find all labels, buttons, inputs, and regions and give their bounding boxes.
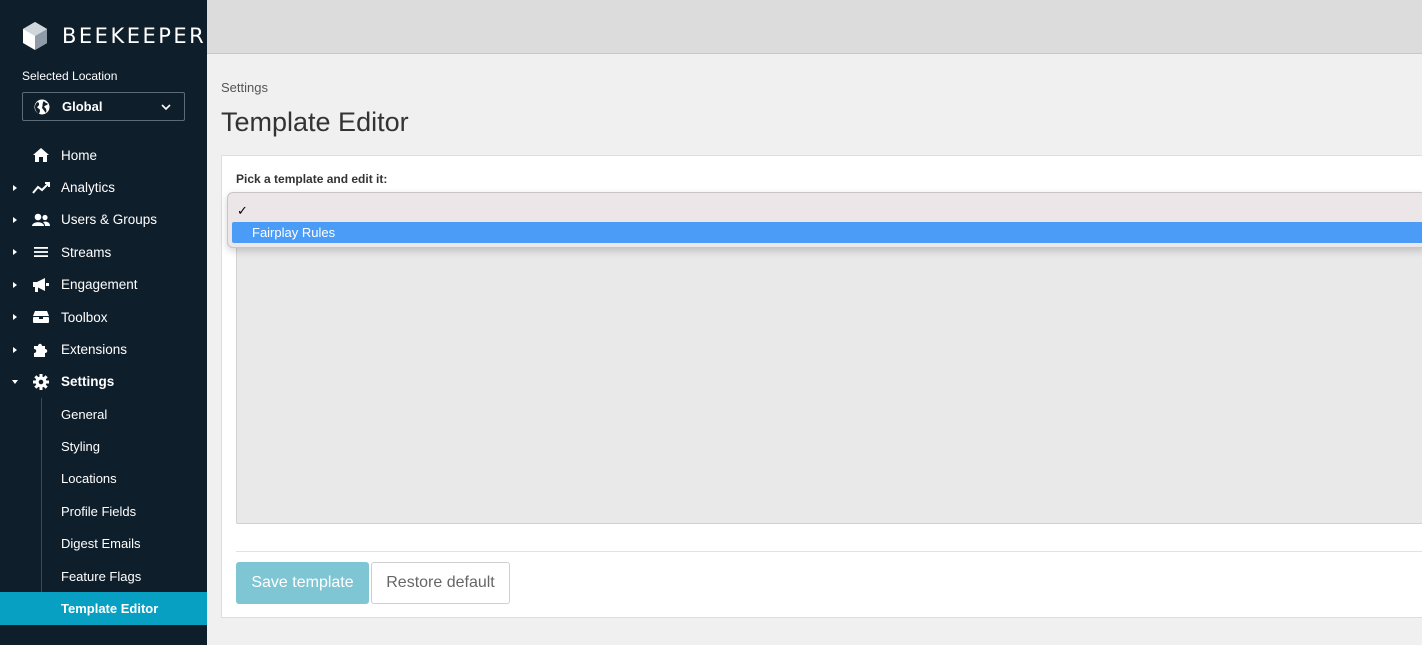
brand-name: BEEKEEPER: [62, 24, 207, 48]
checkmark-icon: ✓: [237, 202, 248, 218]
subnav-item-label: Styling: [61, 439, 101, 455]
subnav-item-label: Digest Emails: [61, 536, 141, 552]
beekeeper-logo-icon: [23, 22, 47, 50]
save-template-button[interactable]: Save template: [236, 562, 369, 604]
globe-icon: [34, 99, 50, 114]
streams-icon: [32, 243, 50, 261]
template-select-dropdown[interactable]: ✓ Fairplay Rules: [227, 192, 1422, 248]
nav-item-toolbox[interactable]: Toolbox: [0, 301, 207, 333]
nav-item-analytics[interactable]: Analytics: [0, 171, 207, 203]
subnav-item-label: General: [61, 406, 108, 422]
analytics-icon: [32, 179, 50, 197]
location-value: Global: [62, 99, 103, 114]
subnav-item-template-editor[interactable]: Template Editor: [0, 592, 207, 625]
pick-template-label: Pick a template and edit it:: [236, 172, 388, 186]
nav-item-label: Users & Groups: [61, 212, 158, 228]
caret-right-icon: [13, 346, 17, 353]
settings-subnav: General Styling Locations Profile Fields…: [0, 398, 207, 625]
divider: [236, 551, 1422, 552]
subnav-item-styling[interactable]: Styling: [0, 430, 207, 462]
caret-right-icon: [13, 249, 17, 256]
page-title: Template Editor: [221, 107, 409, 137]
subnav-item-label: Template Editor: [61, 601, 159, 617]
sidebar: BEEKEEPER Selected Location Global Home …: [0, 0, 207, 645]
nav-item-extensions[interactable]: Extensions: [0, 333, 207, 365]
caret-right-icon: [13, 184, 17, 191]
nav-item-label: Toolbox: [61, 309, 108, 325]
nav-item-label: Engagement: [61, 277, 138, 293]
dropdown-option-label: Fairplay Rules: [252, 225, 336, 240]
breadcrumb[interactable]: Settings: [221, 80, 268, 95]
home-icon: [32, 146, 50, 164]
nav-item-users-groups[interactable]: Users & Groups: [0, 204, 207, 236]
subnav-item-label: Profile Fields: [61, 503, 137, 519]
nav-item-home[interactable]: Home: [0, 139, 207, 171]
subnav-item-digest-emails[interactable]: Digest Emails: [0, 528, 207, 560]
nav-item-label: Analytics: [61, 180, 116, 196]
main-nav: Home Analytics Users & Groups Streams En…: [0, 139, 207, 398]
gear-icon: [32, 373, 50, 391]
caret-right-icon: [13, 314, 17, 321]
nav-item-engagement[interactable]: Engagement: [0, 269, 207, 301]
selected-location-label: Selected Location: [22, 69, 118, 83]
nav-item-label: Extensions: [61, 342, 128, 358]
nav-item-label: Home: [61, 147, 98, 163]
caret-right-icon: [13, 216, 17, 223]
subnav-item-general[interactable]: General: [0, 398, 207, 430]
puzzle-icon: [32, 341, 50, 359]
nav-item-label: Settings: [61, 374, 115, 390]
toolbox-icon: [32, 308, 50, 326]
template-editor-area[interactable]: [236, 216, 1422, 524]
nav-item-streams[interactable]: Streams: [0, 236, 207, 268]
dropdown-option-empty[interactable]: ✓: [232, 200, 1422, 221]
chevron-down-icon: [161, 104, 171, 111]
nav-item-label: Streams: [61, 244, 112, 260]
subnav-item-feature-flags[interactable]: Feature Flags: [0, 560, 207, 592]
top-bar: [207, 0, 1422, 54]
brand[interactable]: BEEKEEPER: [22, 20, 206, 52]
subnav-item-label: Locations: [61, 471, 117, 487]
caret-down-icon: [12, 379, 18, 384]
location-select[interactable]: Global: [22, 92, 185, 121]
megaphone-icon: [32, 276, 50, 294]
subnav-item-profile-fields[interactable]: Profile Fields: [0, 495, 207, 527]
subnav-item-label: Feature Flags: [61, 568, 142, 584]
users-icon: [32, 211, 50, 229]
caret-right-icon: [13, 281, 17, 288]
restore-default-button[interactable]: Restore default: [371, 562, 510, 604]
dropdown-option-fairplay-rules[interactable]: Fairplay Rules: [232, 222, 1422, 243]
nav-item-settings[interactable]: Settings: [0, 366, 207, 398]
subnav-item-locations[interactable]: Locations: [0, 463, 207, 495]
